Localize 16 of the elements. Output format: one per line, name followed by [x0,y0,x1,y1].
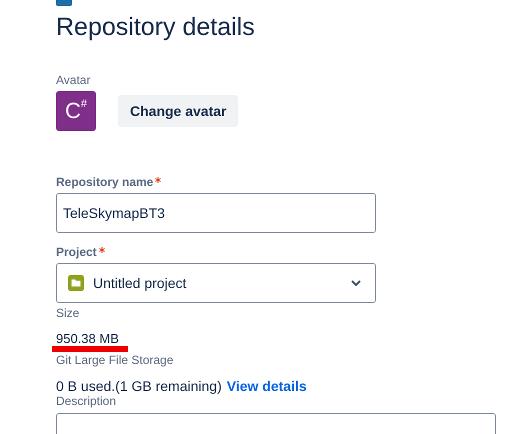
chevron-down-icon [351,280,361,286]
view-details-link[interactable]: View details [226,378,307,394]
size-value: 950.38 MB [56,331,119,346]
folder-icon [68,275,84,291]
field-label: Description [56,394,116,408]
field-label: Project [56,245,97,259]
field-label: Repository name [56,175,154,189]
input-field[interactable]: TeleSkymapBT3 [56,193,376,233]
field-label: Git Large File Storage [56,353,174,367]
field-label: Avatar [56,73,90,87]
avatar-image: C# [56,91,96,131]
page-title: Repository details [56,12,255,42]
field-label: Size [56,306,80,320]
usage-text: 0 B used.(1 GB remaining) [56,378,222,394]
project-select[interactable]: Untitled project [56,263,376,303]
change-avatar-button[interactable]: Change avatar [118,95,238,127]
